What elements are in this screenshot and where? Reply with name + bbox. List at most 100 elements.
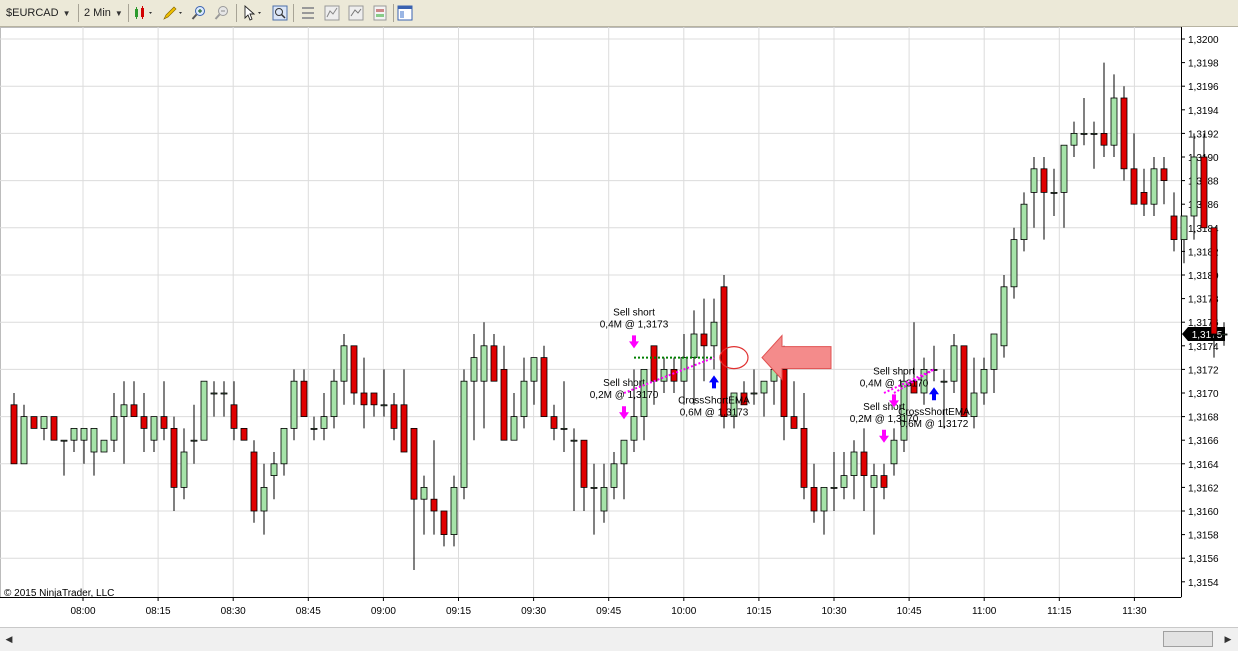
candle xyxy=(960,345,968,417)
candle xyxy=(870,463,878,535)
candle xyxy=(40,416,48,441)
candle xyxy=(1010,227,1018,299)
cursor-pointer-icon[interactable] xyxy=(242,5,264,21)
candle-down-body xyxy=(430,498,438,512)
candle xyxy=(1160,157,1168,205)
time-tick-label: 09:15 xyxy=(446,606,471,617)
candlestick-style-icon[interactable] xyxy=(133,5,155,21)
candlestick-chart[interactable]: 1,32001,31981,31961,31941,31921,31901,31… xyxy=(0,27,1238,625)
candle xyxy=(1150,157,1158,216)
scroll-right-icon[interactable]: ▶ xyxy=(1221,631,1235,647)
chart-trader-icon[interactable] xyxy=(372,5,388,21)
candle xyxy=(550,404,558,441)
sell-short-arrow-icon xyxy=(619,406,629,420)
candle xyxy=(830,452,838,511)
interval-selector[interactable]: 2 Min ▼ xyxy=(84,4,123,22)
candle xyxy=(280,427,288,476)
candle-down-body xyxy=(360,392,368,406)
candle-up-body xyxy=(690,333,698,359)
indicators-icon[interactable] xyxy=(324,5,340,21)
candle-up-body xyxy=(280,427,288,465)
candle-down-body xyxy=(1130,168,1138,205)
window-icon[interactable] xyxy=(397,5,413,21)
candle-up-body xyxy=(850,451,858,477)
candle-down-body xyxy=(400,404,408,453)
price-tick-label: 1,3156 xyxy=(1188,554,1219,565)
candle xyxy=(400,369,408,453)
instrument-selector[interactable]: $EURCAD ▼ xyxy=(6,4,71,22)
zoom-in-icon[interactable] xyxy=(191,5,207,21)
candle-up-body xyxy=(1150,168,1158,205)
candle-up-body xyxy=(1180,215,1188,241)
sell-short-label: Sell short xyxy=(873,366,915,377)
candle xyxy=(90,427,98,476)
candle xyxy=(230,381,238,441)
candle-down-body xyxy=(350,345,358,394)
candle-down-body xyxy=(50,416,58,441)
scroll-left-icon[interactable]: ◀ xyxy=(2,631,16,647)
horizontal-scrollbar[interactable]: ◀ ▶ xyxy=(0,627,1238,651)
candle-up-body xyxy=(620,439,628,465)
candle xyxy=(100,439,108,453)
interval-label: 2 Min xyxy=(84,7,111,19)
price-tick-label: 1,3172 xyxy=(1188,365,1219,376)
candle xyxy=(1090,121,1098,169)
price-tick-label: 1,3162 xyxy=(1188,483,1219,494)
candle xyxy=(790,381,798,429)
properties-icon[interactable] xyxy=(300,5,316,21)
price-tick-label: 1,3198 xyxy=(1188,59,1219,70)
price-tick-label: 1,3200 xyxy=(1188,35,1219,46)
candle xyxy=(200,380,208,441)
price-tick-label: 1,3164 xyxy=(1188,460,1219,471)
sell-short-arrow-icon xyxy=(629,335,639,349)
candle-up-body xyxy=(1080,133,1088,135)
candle-up-body xyxy=(750,392,758,395)
candle-up-body xyxy=(660,368,668,382)
data-box-icon[interactable] xyxy=(272,5,288,21)
time-tick-label: 11:30 xyxy=(1122,606,1147,617)
candle xyxy=(240,427,248,441)
candle xyxy=(70,427,78,452)
cross-short-ema-detail: 0,6M @ 1,3173 xyxy=(680,407,749,418)
zoom-out-icon[interactable] xyxy=(214,5,230,21)
candle xyxy=(1170,192,1178,252)
candle-down-body xyxy=(230,404,238,429)
scrollbar-thumb[interactable] xyxy=(1163,631,1213,647)
candle xyxy=(800,393,808,500)
candle-up-body xyxy=(100,439,108,453)
candle-down-body xyxy=(670,368,678,382)
cross-short-ema-arrow-icon xyxy=(929,387,939,401)
candle-up-body xyxy=(200,380,208,441)
candle xyxy=(1110,74,1118,157)
candle-up-body xyxy=(520,380,528,418)
candle-up-body xyxy=(260,486,268,512)
copyright-notice: © 2015 NinjaTrader, LLC xyxy=(4,588,115,599)
candle-up-body xyxy=(180,451,188,488)
candle xyxy=(440,510,448,547)
candle-up-body xyxy=(1050,191,1058,194)
candle-down-body xyxy=(700,333,708,347)
candle-up-body xyxy=(710,321,718,347)
price-tick-label: 1,3154 xyxy=(1188,578,1219,589)
candle-up-body xyxy=(610,463,618,488)
candle xyxy=(1000,275,1008,358)
strategies-icon[interactable] xyxy=(348,5,364,21)
price-tick-label: 1,3160 xyxy=(1188,507,1219,518)
candle-down-body xyxy=(1210,227,1218,335)
candle-up-body xyxy=(980,368,988,394)
candle-up-body xyxy=(1030,168,1038,193)
cross-short-ema-detail: 0,6M @ 1,3172 xyxy=(900,419,969,430)
candle xyxy=(1080,98,1088,146)
candle xyxy=(930,345,938,382)
candle-up-body xyxy=(210,392,218,395)
candle xyxy=(970,357,978,429)
drawing-pencil-icon[interactable] xyxy=(162,5,184,21)
candle xyxy=(370,392,378,417)
candle xyxy=(30,416,38,429)
chevron-down-icon: ▼ xyxy=(114,8,123,18)
candle xyxy=(520,357,528,429)
candle xyxy=(80,427,88,464)
chart-toolbar: $EURCAD ▼ 2 Min ▼ xyxy=(0,0,1238,27)
candle xyxy=(670,357,678,393)
candle-up-body xyxy=(1190,156,1198,217)
